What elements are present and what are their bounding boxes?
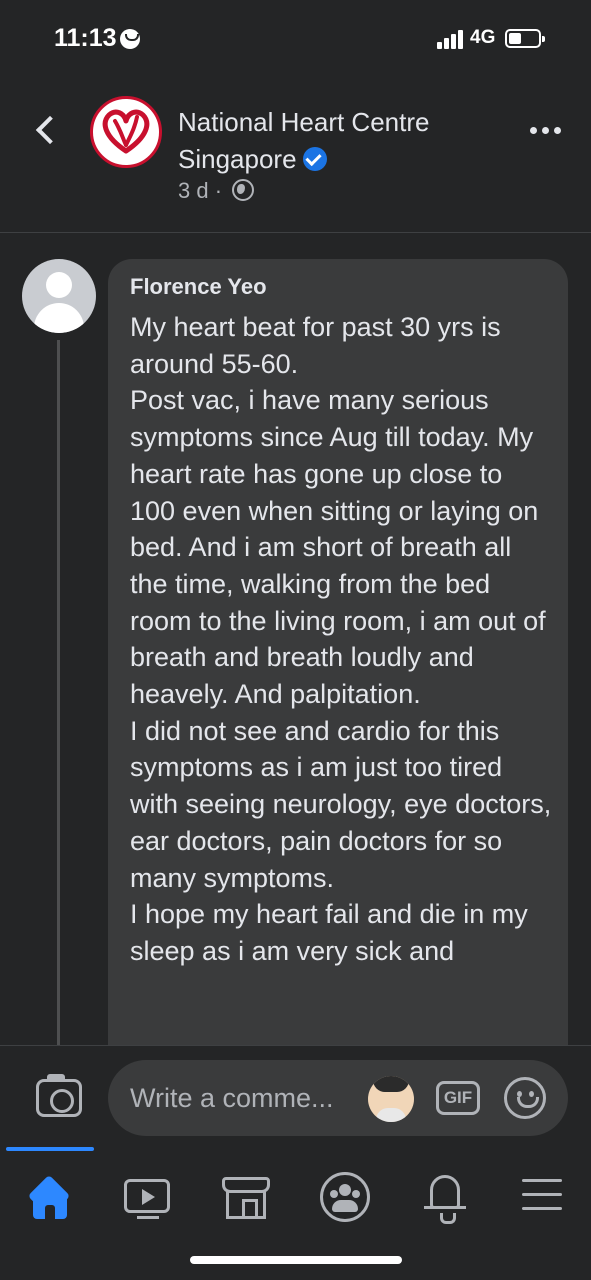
comment-bubble[interactable]: Florence Yeo My heart beat for past 30 y… [108, 259, 568, 1079]
avatar-sticker-icon[interactable] [368, 1076, 414, 1122]
tab-watch[interactable] [120, 1169, 180, 1225]
comment-line: I did not see and cardio for this sympto… [130, 715, 552, 893]
meta-separator: · [214, 178, 223, 203]
globe-icon [232, 179, 255, 201]
more-options-icon[interactable] [528, 118, 564, 142]
battery-icon [505, 29, 545, 48]
menu-icon [522, 1179, 562, 1182]
commenter-avatar[interactable] [22, 259, 96, 333]
emoji-icon[interactable] [504, 1077, 546, 1119]
camera-icon[interactable] [36, 1074, 82, 1117]
heart-logo-icon [102, 109, 150, 154]
screen-time-icon [120, 29, 140, 49]
comment-text: My heart beat for past 30 yrs is around … [130, 309, 552, 970]
comment-line: My heart beat for past 30 yrs is around … [130, 312, 501, 379]
bell-icon [424, 1175, 466, 1224]
thread-line [57, 340, 60, 1050]
verified-badge-icon [302, 147, 327, 171]
comment-line: I hope my heart fail and die in my sleep… [130, 899, 528, 966]
status-bar: 11:13 4G [0, 0, 591, 80]
network-type: 4G [470, 27, 496, 48]
home-indicator[interactable] [190, 1256, 402, 1264]
tab-notifications[interactable] [418, 1169, 478, 1225]
status-time: 11:13 [54, 24, 117, 52]
comment-input-placeholder[interactable]: Write a comme... [130, 1083, 334, 1114]
comment-input[interactable]: Write a comme... GIF [108, 1060, 568, 1136]
signal-icon [437, 29, 467, 49]
comment-composer: Write a comme... GIF [0, 1045, 591, 1147]
comment-line: Post vac, i have many serious symptoms s… [130, 385, 546, 710]
gif-button[interactable]: GIF [436, 1081, 480, 1115]
tab-home[interactable] [20, 1169, 80, 1225]
page-avatar[interactable] [90, 96, 162, 168]
tab-marketplace[interactable] [218, 1169, 278, 1225]
active-tab-indicator [6, 1147, 94, 1151]
tab-groups[interactable] [318, 1169, 378, 1225]
video-icon [124, 1179, 170, 1219]
post-age[interactable]: 3 d [178, 178, 209, 203]
post-meta: 3 d · [178, 178, 255, 204]
comment-author[interactable]: Florence Yeo [130, 273, 552, 301]
tab-menu[interactable] [516, 1169, 576, 1225]
back-icon[interactable] [28, 110, 62, 150]
groups-icon [320, 1172, 370, 1222]
page-title[interactable]: National Heart Centre Singapore [178, 104, 518, 178]
header-divider [0, 232, 591, 233]
